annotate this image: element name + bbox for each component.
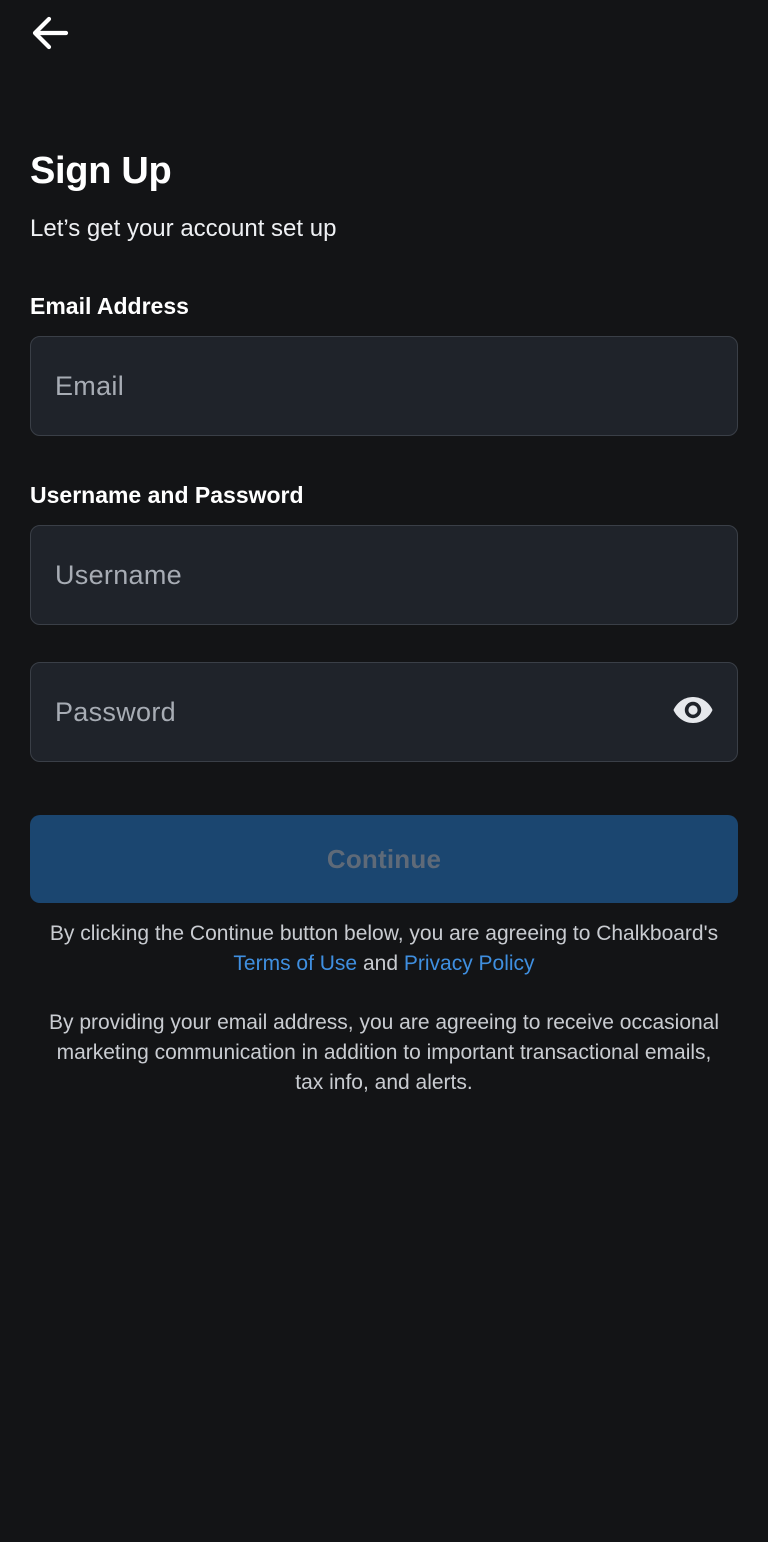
page-subtitle: Let’s get your account set up <box>30 215 337 242</box>
email-section-label: Email Address <box>30 293 189 319</box>
username-input[interactable] <box>31 526 737 624</box>
continue-button[interactable]: Continue <box>30 815 738 903</box>
terms-notice-text: By clicking the Continue button below, y… <box>49 922 719 945</box>
terms-of-use-link[interactable]: Terms of Use <box>233 952 357 975</box>
terms-notice: By clicking the Continue button below, y… <box>40 919 728 979</box>
toggle-password-visibility-button[interactable] <box>663 682 723 742</box>
terms-and-text: and <box>362 952 399 975</box>
privacy-policy-link[interactable]: Privacy Policy <box>404 952 535 975</box>
email-field-container <box>30 336 738 436</box>
marketing-notice: By providing your email address, you are… <box>48 1011 720 1094</box>
arrow-left-icon <box>30 15 70 56</box>
password-field-container <box>30 662 738 762</box>
username-field-container <box>30 525 738 625</box>
credentials-section-label: Username and Password <box>30 482 304 508</box>
eye-icon <box>672 695 714 730</box>
email-input[interactable] <box>31 337 737 435</box>
back-button[interactable] <box>24 12 78 58</box>
password-input[interactable] <box>31 663 663 761</box>
page-title: Sign Up <box>30 150 172 192</box>
